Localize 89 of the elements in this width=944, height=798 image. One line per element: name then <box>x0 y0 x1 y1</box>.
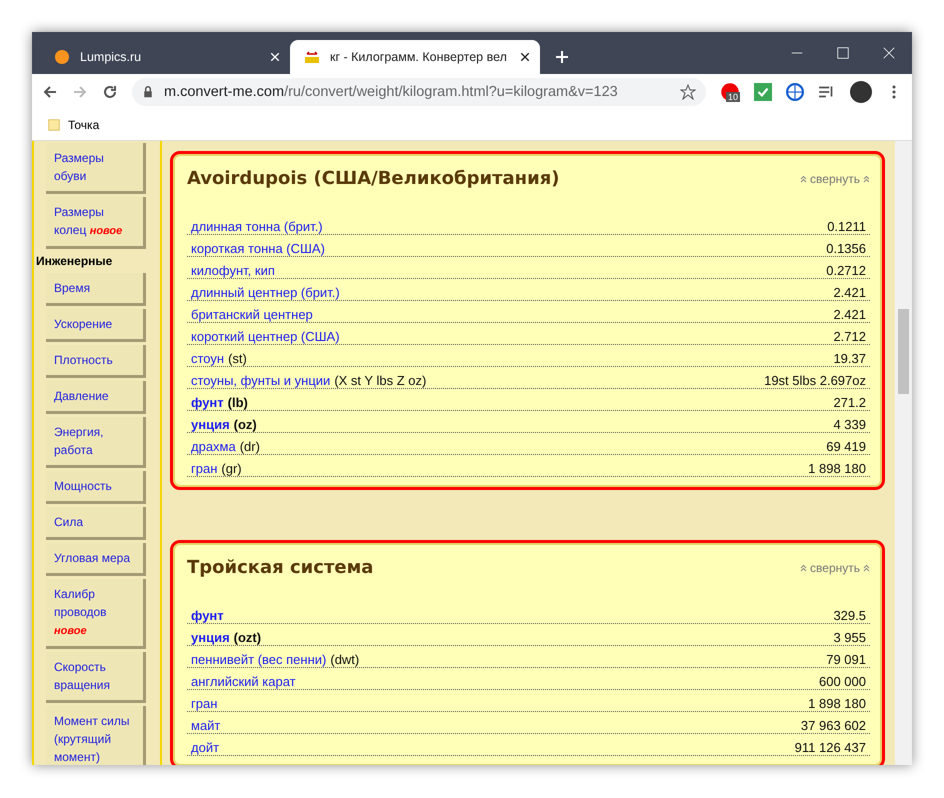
collapse-link[interactable]: свернуть <box>810 172 860 186</box>
unit-link[interactable]: гран <box>191 696 218 711</box>
unit-link[interactable]: стоуны, фунты и унции <box>191 373 330 388</box>
folder-icon <box>48 118 60 132</box>
unit-symbol: (lb) <box>228 395 248 410</box>
unit-link[interactable]: английский карат <box>191 674 296 689</box>
unit-link[interactable]: драхма <box>191 439 236 454</box>
close-icon[interactable] <box>520 52 530 62</box>
scale-icon <box>304 49 320 65</box>
bookmark-link[interactable]: Точка <box>68 118 100 132</box>
unit-symbol: (st) <box>228 351 247 366</box>
unit-link[interactable]: фунт <box>191 608 224 623</box>
unit-link[interactable]: длинная тонна (брит.) <box>191 219 323 234</box>
value-cell: 79 091 <box>826 652 866 667</box>
unit-link[interactable]: дойт <box>191 740 220 755</box>
unit-link[interactable]: пеннивейт (вес пенни) <box>191 652 326 667</box>
new-tab-icon[interactable] <box>554 49 570 65</box>
unit-symbol: (ozt) <box>234 630 262 645</box>
scrollbar[interactable] <box>895 141 912 765</box>
unit-link[interactable]: короткий центнер (США) <box>191 329 340 344</box>
value-cell: 19st 5lbs 2.697oz <box>764 373 866 388</box>
unit-symbol: (gr) <box>221 461 242 476</box>
lock-icon <box>142 86 154 98</box>
sidebar-link[interactable]: Время <box>46 273 146 306</box>
unit-link[interactable]: короткая тонна (США) <box>191 241 325 256</box>
unit-symbol: (dr) <box>240 439 260 454</box>
value-cell: 37 963 602 <box>800 718 866 733</box>
double-chevron-up-icon <box>863 564 870 572</box>
scrollbar-thumb[interactable] <box>898 309 909 394</box>
value-cell: 1 898 180 <box>808 696 866 711</box>
browser-tab[interactable]: Lumpics.ru <box>40 40 290 74</box>
unit-link[interactable]: килофунт, кип <box>191 263 275 278</box>
unit-link[interactable]: унция <box>191 417 230 432</box>
value-cell: 0.2712 <box>826 263 866 278</box>
extension-badge: 10 <box>726 92 740 102</box>
browser-tab[interactable]: кг - Килограмм. Конвертер вел <box>290 40 540 74</box>
value-cell: 0.1356 <box>826 241 866 256</box>
value-cell: 2.421 <box>833 285 866 300</box>
star-icon[interactable] <box>680 84 696 100</box>
sidebar-link[interactable]: Давление <box>46 381 146 414</box>
back-icon[interactable] <box>42 84 58 100</box>
double-chevron-up-icon <box>800 174 808 182</box>
value-cell: 911 126 437 <box>794 740 866 755</box>
unit-link[interactable]: британский центнер <box>191 307 313 322</box>
reload-icon[interactable] <box>102 84 118 100</box>
collapse-link[interactable]: свернуть <box>810 560 860 574</box>
value-cell: 329.5 <box>833 608 866 623</box>
value-cell: 3 955 <box>833 630 866 645</box>
value-cell: 2.421 <box>833 307 866 322</box>
unit-symbol: (oz) <box>234 417 257 432</box>
unit-link[interactable]: длинный центнер (брит.) <box>191 285 340 300</box>
value-cell: 19.37 <box>833 351 866 366</box>
url-text: m.convert-me.com/ru/convert/weight/kilogram.html?u=kilogram&v=123 <box>164 84 619 100</box>
sidebar-link[interactable]: Размеры обуви <box>46 143 146 194</box>
avatar-icon[interactable] <box>850 81 872 103</box>
unit-symbol: (X st Y lbs Z oz) <box>334 373 426 388</box>
sidebar-heading: Инженерные <box>36 254 114 268</box>
sidebar-link[interactable]: Размеры колец новое <box>46 197 146 249</box>
maximize-icon[interactable] <box>837 47 849 59</box>
unit-link[interactable]: фунт <box>191 395 224 410</box>
unit-link[interactable]: гран <box>191 461 218 476</box>
address-bar[interactable]: m.convert-me.com/ru/convert/weight/kilogram.html?u=kilogram&v=123 <box>132 78 706 106</box>
sidebar-link[interactable]: Угловая мера <box>46 543 146 576</box>
sidebar-link[interactable]: Энергия, работа <box>46 417 146 468</box>
sidebar-link[interactable]: Ускорение <box>46 309 146 342</box>
double-chevron-up-icon <box>800 564 808 572</box>
sidebar-link[interactable]: Плотность <box>46 345 146 378</box>
globe-icon[interactable] <box>786 83 804 101</box>
unit-symbol: (dwt) <box>330 652 360 667</box>
value-cell: 271.2 <box>833 395 866 410</box>
value-cell: 2.712 <box>833 329 866 344</box>
site-logo-icon <box>54 49 70 65</box>
unit-link[interactable]: стоун <box>191 351 224 366</box>
value-cell: 69 419 <box>826 439 866 454</box>
sidebar-link[interactable]: Сила <box>46 507 146 540</box>
card-title: Тройская система <box>187 557 374 578</box>
value-cell: 4 339 <box>833 417 866 432</box>
card-title: Avoirdupois (США/Великобритания) <box>187 168 560 189</box>
sidebar-link[interactable]: Скорость вращения <box>46 652 146 703</box>
value-cell: 0.1211 <box>827 219 866 234</box>
sidebar-link[interactable]: Мощность <box>46 471 146 504</box>
double-chevron-up-icon <box>863 174 870 182</box>
check-icon[interactable] <box>754 83 772 101</box>
unit-link[interactable]: унция <box>191 630 230 645</box>
extension-button[interactable]: 10 <box>720 82 740 102</box>
sidebar-link[interactable]: Калибр проводов новое <box>46 579 146 649</box>
unit-link[interactable]: майт <box>191 718 220 733</box>
value-cell: 1 898 180 <box>808 461 866 476</box>
value-cell: 600 000 <box>819 674 866 689</box>
